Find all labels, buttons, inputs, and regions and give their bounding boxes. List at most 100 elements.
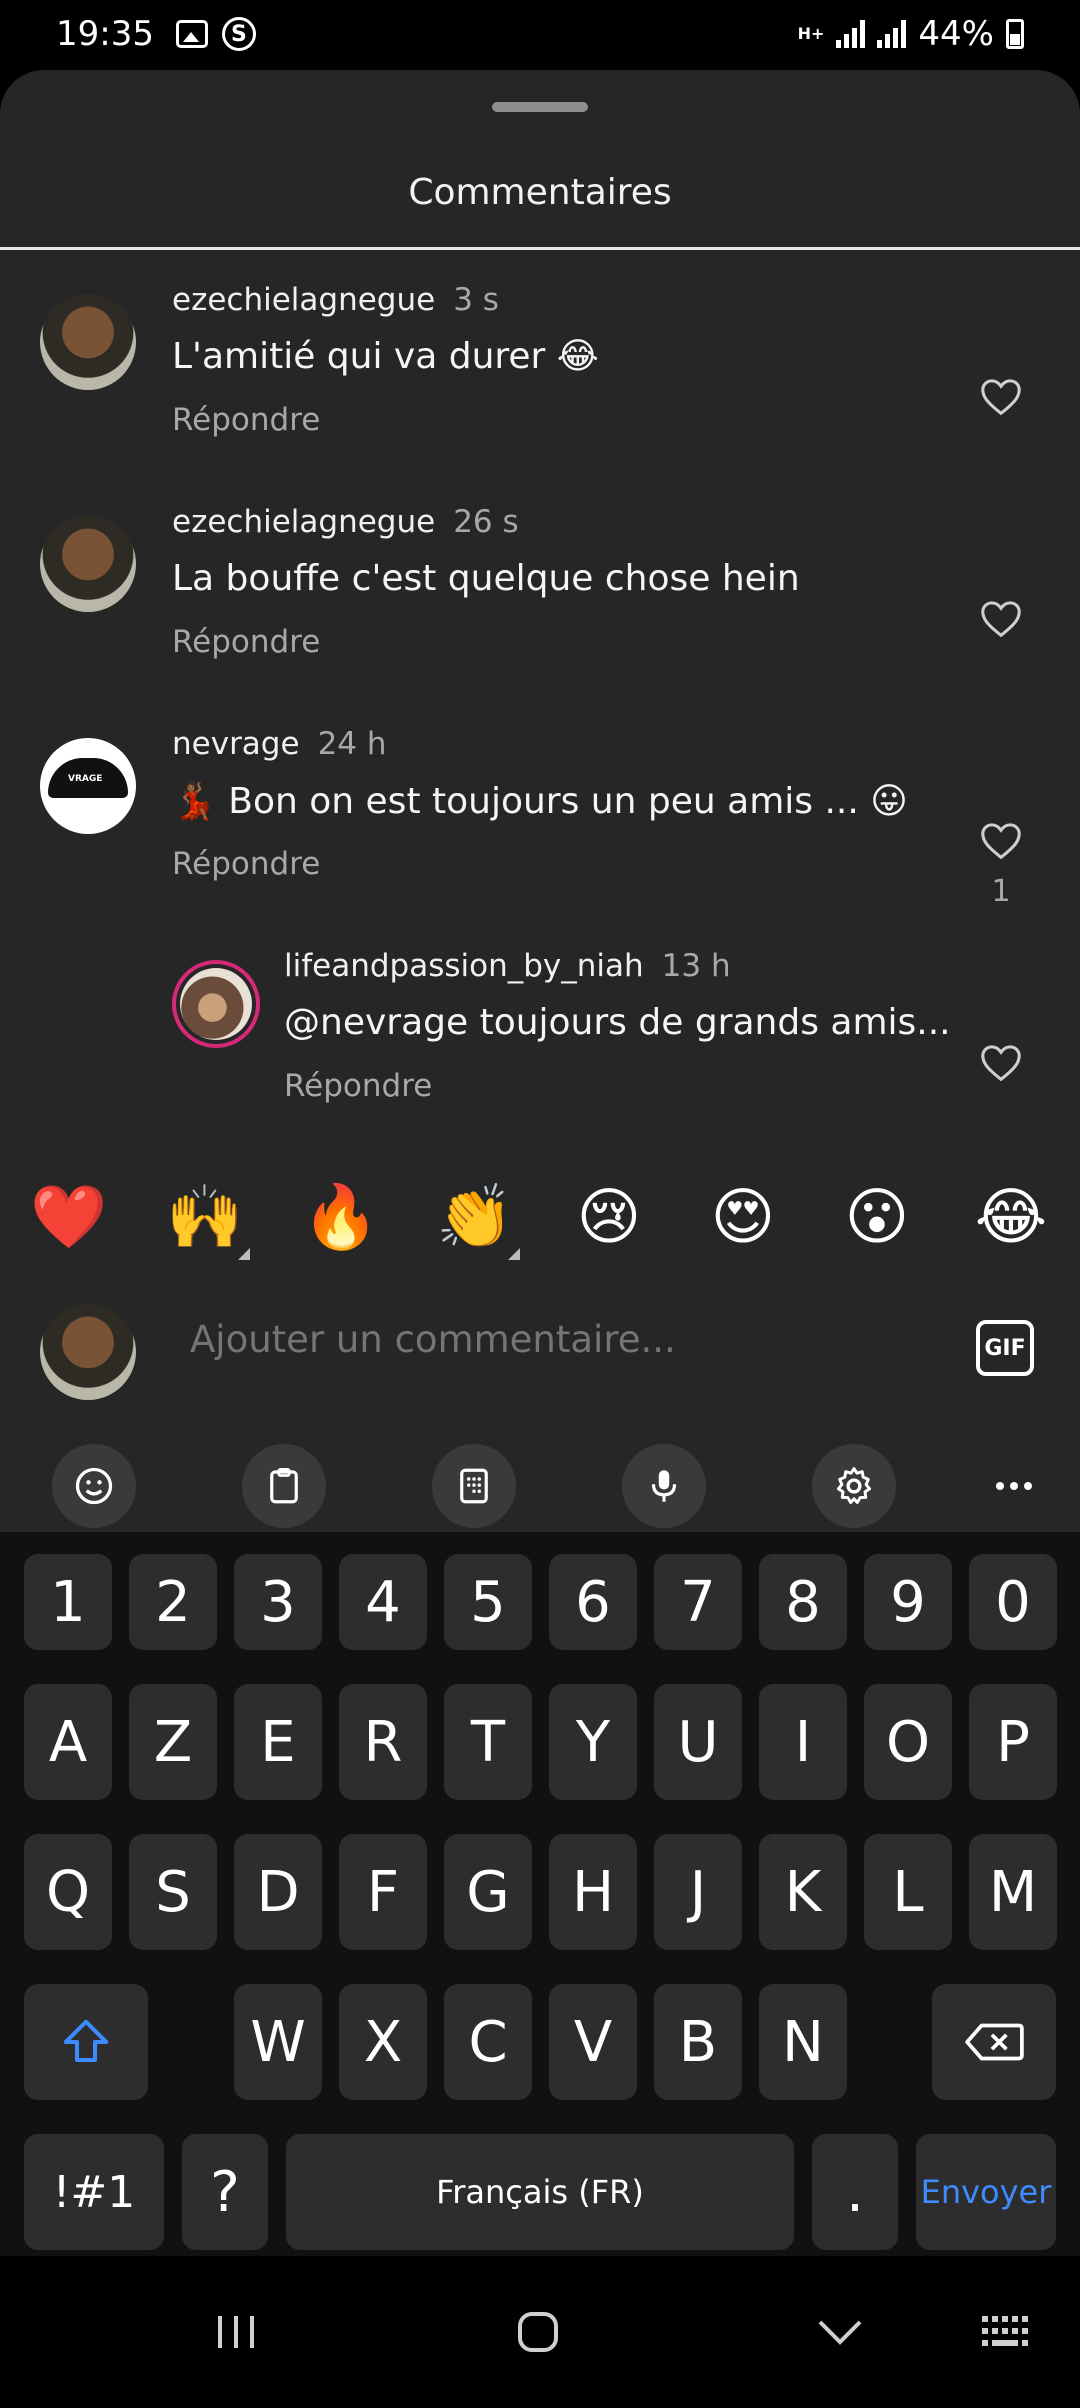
- avatar[interactable]: [172, 960, 260, 1048]
- comment-username[interactable]: nevrage: [172, 726, 300, 762]
- key-r[interactable]: R: [339, 1684, 427, 1800]
- keyboard-settings-button[interactable]: [812, 1444, 896, 1528]
- comment-username[interactable]: ezechielagnegue: [172, 504, 435, 540]
- question-key[interactable]: ?: [182, 2134, 268, 2250]
- drag-handle[interactable]: [492, 102, 588, 112]
- key-v[interactable]: V: [549, 1984, 637, 2100]
- reaction-heart[interactable]: ❤️: [30, 1180, 107, 1254]
- comment-username[interactable]: lifeandpassion_by_niah: [284, 948, 644, 984]
- heart-icon[interactable]: [978, 596, 1024, 642]
- key-d[interactable]: D: [234, 1834, 322, 1950]
- reaction-surprised[interactable]: 😮: [840, 1180, 914, 1254]
- key-s[interactable]: S: [129, 1834, 217, 1950]
- voice-input-button[interactable]: [622, 1444, 706, 1528]
- recent-apps-button[interactable]: [196, 2292, 276, 2372]
- reaction-crying[interactable]: 😢: [572, 1180, 646, 1254]
- shift-key[interactable]: [24, 1984, 148, 2100]
- gear-icon: [836, 1467, 872, 1504]
- backspace-key[interactable]: [932, 1984, 1056, 2100]
- like-count: 1: [991, 874, 1011, 909]
- reaction-fire[interactable]: 🔥: [302, 1180, 379, 1254]
- key-q[interactable]: Q: [24, 1834, 112, 1950]
- comment-username[interactable]: ezechielagnegue: [172, 282, 435, 318]
- clipboard-button[interactable]: [242, 1444, 326, 1528]
- keyboard: 1 2 3 4 5 6 7 8 9 0 A Z E R T Y U I O P …: [0, 1532, 1080, 2256]
- key-o[interactable]: O: [864, 1684, 952, 1800]
- key-5[interactable]: 5: [444, 1554, 532, 1650]
- comment-header: lifeandpassion_by_niah 13 h: [284, 948, 731, 984]
- sheet-title: Commentaires: [408, 172, 672, 213]
- key-c[interactable]: C: [444, 1984, 532, 2100]
- home-button[interactable]: [498, 2292, 578, 2372]
- key-2[interactable]: 2: [129, 1554, 217, 1650]
- reply-button[interactable]: Répondre: [172, 402, 320, 438]
- key-t[interactable]: T: [444, 1684, 532, 1800]
- notification-icons: S: [175, 17, 256, 51]
- period-key[interactable]: .: [812, 2134, 898, 2250]
- key-m[interactable]: M: [969, 1834, 1057, 1950]
- send-key[interactable]: Envoyer: [916, 2134, 1056, 2250]
- reaction-laughing[interactable]: 😂: [974, 1180, 1048, 1254]
- key-e[interactable]: E: [234, 1684, 322, 1800]
- navigation-bar: [0, 2256, 1080, 2408]
- key-b[interactable]: B: [654, 1984, 742, 2100]
- reaction-raising-hands[interactable]: 🙌: [166, 1180, 243, 1254]
- recent-apps-icon: [218, 2316, 254, 2348]
- reply-button[interactable]: Répondre: [172, 624, 320, 660]
- comment-input[interactable]: [190, 1318, 890, 1361]
- key-8[interactable]: 8: [759, 1554, 847, 1650]
- smiley-icon: [75, 1467, 113, 1505]
- key-z[interactable]: Z: [129, 1684, 217, 1800]
- hide-keyboard-button[interactable]: [800, 2292, 880, 2372]
- emoji-keyboard-button[interactable]: [52, 1444, 136, 1528]
- avatar[interactable]: [40, 294, 136, 390]
- key-x[interactable]: X: [339, 1984, 427, 2100]
- key-3[interactable]: 3: [234, 1554, 322, 1650]
- gif-button[interactable]: GIF: [976, 1320, 1034, 1376]
- key-j[interactable]: J: [654, 1834, 742, 1950]
- key-p[interactable]: P: [969, 1684, 1057, 1800]
- key-9[interactable]: 9: [864, 1554, 952, 1650]
- key-0[interactable]: 0: [969, 1554, 1057, 1650]
- key-6[interactable]: 6: [549, 1554, 637, 1650]
- status-time: 19:35: [56, 14, 154, 54]
- keypad-icon: [460, 1468, 488, 1504]
- comment-time: 24 h: [317, 726, 387, 762]
- network-type-icon: H+: [797, 24, 825, 43]
- keyboard-mode-button[interactable]: [432, 1444, 516, 1528]
- key-n[interactable]: N: [759, 1984, 847, 2100]
- key-w[interactable]: W: [234, 1984, 322, 2100]
- reaction-clapping[interactable]: 👏: [436, 1180, 513, 1254]
- avatar[interactable]: [40, 738, 136, 834]
- heart-icon[interactable]: [978, 1040, 1024, 1086]
- reply-button[interactable]: Répondre: [284, 1068, 432, 1104]
- symbols-key[interactable]: !#1: [24, 2134, 164, 2250]
- key-h[interactable]: H: [549, 1834, 637, 1950]
- heart-icon[interactable]: [978, 818, 1024, 864]
- key-i[interactable]: I: [759, 1684, 847, 1800]
- heart-icon[interactable]: [978, 374, 1024, 420]
- key-k[interactable]: K: [759, 1834, 847, 1950]
- comment-text: L'amitié qui va durer 😂: [172, 336, 599, 377]
- key-7[interactable]: 7: [654, 1554, 742, 1650]
- comment-time: 26 s: [453, 504, 519, 540]
- reaction-heart-eyes[interactable]: 😍: [706, 1180, 780, 1254]
- more-options-icon[interactable]: [972, 1444, 1056, 1528]
- reply-button[interactable]: Répondre: [172, 846, 320, 882]
- comment-header: ezechielagnegue 26 s: [172, 504, 519, 540]
- key-4[interactable]: 4: [339, 1554, 427, 1650]
- key-a[interactable]: A: [24, 1684, 112, 1800]
- key-l[interactable]: L: [864, 1834, 952, 1950]
- comment-input-row: GIF: [0, 1294, 1080, 1414]
- space-key[interactable]: Français (FR): [286, 2134, 794, 2250]
- variant-indicator-icon: [508, 1248, 520, 1260]
- key-g[interactable]: G: [444, 1834, 532, 1950]
- keyboard-switch-button[interactable]: [968, 2292, 1048, 2372]
- signal-icon-2: [877, 20, 907, 48]
- variant-indicator-icon: [238, 1248, 250, 1260]
- key-f[interactable]: F: [339, 1834, 427, 1950]
- key-1[interactable]: 1: [24, 1554, 112, 1650]
- key-u[interactable]: U: [654, 1684, 742, 1800]
- avatar[interactable]: [40, 516, 136, 612]
- key-y[interactable]: Y: [549, 1684, 637, 1800]
